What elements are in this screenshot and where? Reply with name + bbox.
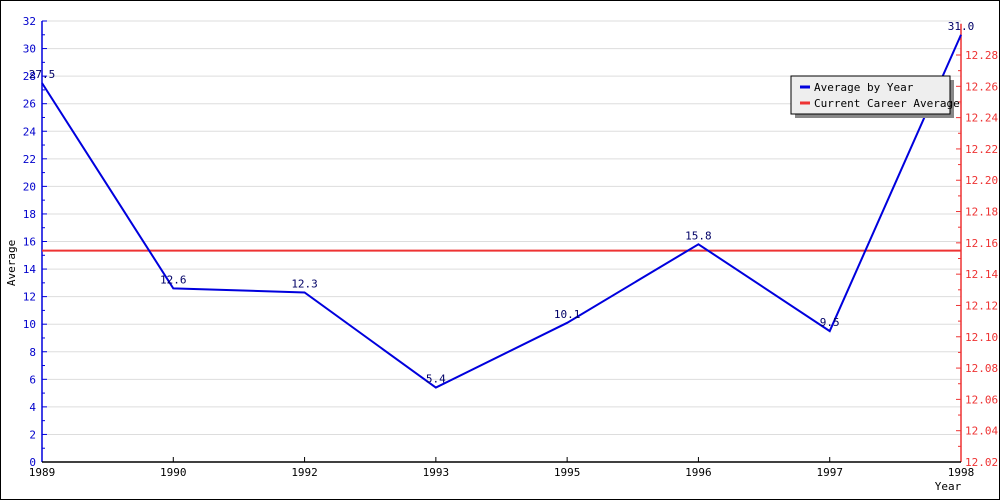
right-tick-label: 12.16 bbox=[965, 237, 998, 250]
legend: Average by Year Current Career Average bbox=[791, 76, 960, 118]
data-label: 9.5 bbox=[820, 316, 840, 329]
right-tick-label: 12.12 bbox=[965, 299, 998, 312]
right-tick-label: 12.20 bbox=[965, 174, 998, 187]
left-tick-label: 24 bbox=[23, 125, 37, 138]
left-tick-label: 8 bbox=[29, 346, 36, 359]
left-tick-label: 6 bbox=[29, 373, 36, 386]
left-tick-label: 2 bbox=[29, 428, 36, 441]
left-tick-label: 4 bbox=[29, 401, 36, 414]
x-tick-label: 1992 bbox=[291, 466, 318, 479]
x-tick-label: 1995 bbox=[554, 466, 581, 479]
legend-label-career-average: Current Career Average bbox=[814, 97, 960, 110]
left-tick-label: 20 bbox=[23, 180, 36, 193]
data-labels: 27.5 12.6 12.3 5.4 10.1 15.8 9.5 31.0 bbox=[29, 20, 975, 386]
left-tick-label: 16 bbox=[23, 236, 36, 249]
right-tick-label: 12.14 bbox=[965, 268, 998, 281]
data-label: 15.8 bbox=[685, 229, 712, 242]
legend-label-average-by-year: Average by Year bbox=[814, 81, 914, 94]
x-tick-label: 1990 bbox=[160, 466, 187, 479]
left-tick-label: 18 bbox=[23, 208, 36, 221]
left-tick-label: 12 bbox=[23, 291, 36, 304]
right-tick-label: 12.04 bbox=[965, 425, 998, 438]
left-tick-label: 10 bbox=[23, 318, 36, 331]
right-tick-label: 12.24 bbox=[965, 112, 998, 125]
x-tick-label: 1993 bbox=[423, 466, 450, 479]
x-tick-label: 1998 bbox=[948, 466, 975, 479]
left-tick-label: 26 bbox=[23, 98, 36, 111]
x-tick-label: 1996 bbox=[685, 466, 712, 479]
left-tick-label: 30 bbox=[23, 43, 36, 56]
data-label: 31.0 bbox=[948, 20, 975, 33]
x-tick-label: 1997 bbox=[816, 466, 843, 479]
right-tick-label: 12.08 bbox=[965, 362, 998, 375]
x-axis: 1989 1990 1992 1993 1995 1996 1997 1998 bbox=[29, 457, 975, 479]
x-axis-title: Year bbox=[935, 480, 962, 493]
right-tick-label: 12.22 bbox=[965, 143, 998, 156]
right-tick-label: 12.06 bbox=[965, 393, 998, 406]
right-y-axis: 12.0212.0412.0612.0812.1012.1212.1412.16… bbox=[956, 24, 998, 469]
right-tick-label: 12.28 bbox=[965, 49, 998, 62]
x-tick-label: 1989 bbox=[29, 466, 56, 479]
data-label: 27.5 bbox=[29, 68, 56, 81]
line-chart: 02468101214161820222426283032 12.0212.04… bbox=[1, 1, 1000, 501]
right-tick-label: 12.26 bbox=[965, 80, 998, 93]
data-label: 12.3 bbox=[291, 277, 318, 290]
left-tick-label: 32 bbox=[23, 15, 36, 28]
left-tick-label: 22 bbox=[23, 153, 36, 166]
y-axis-title: Average bbox=[5, 240, 18, 286]
left-tick-label: 14 bbox=[23, 263, 37, 276]
chart-frame: 02468101214161820222426283032 12.0212.04… bbox=[0, 0, 1000, 500]
right-tick-label: 12.18 bbox=[965, 206, 998, 219]
data-label: 12.6 bbox=[160, 273, 187, 286]
left-y-axis: 02468101214161820222426283032 bbox=[23, 15, 47, 469]
data-label: 10.1 bbox=[554, 308, 581, 321]
right-tick-label: 12.10 bbox=[965, 331, 998, 344]
data-label: 5.4 bbox=[426, 373, 446, 386]
